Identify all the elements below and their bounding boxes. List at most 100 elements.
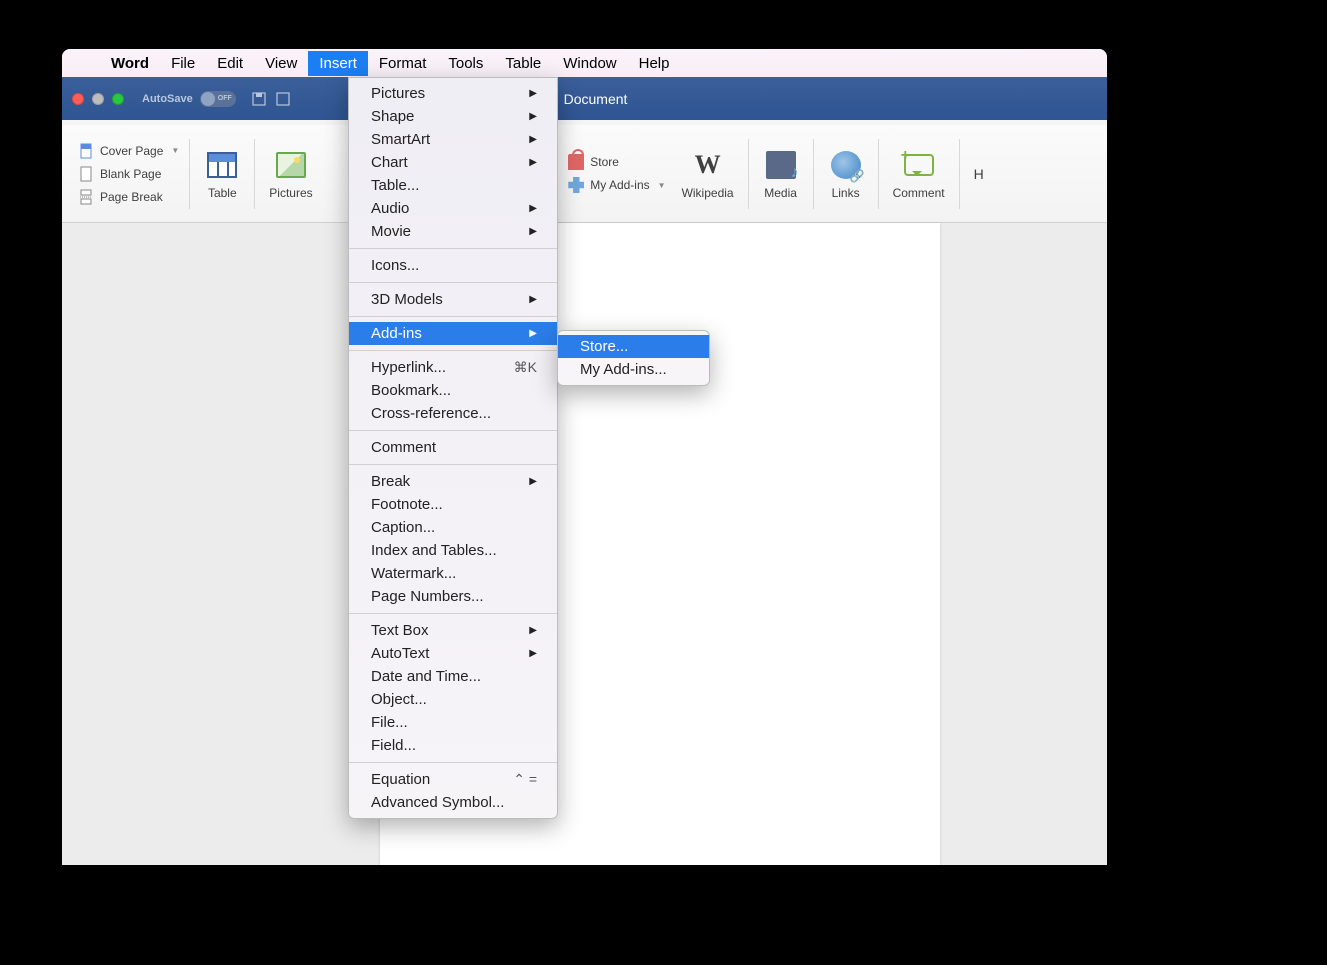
menu-item-label: SmartArt <box>371 131 430 148</box>
menu-item-icons[interactable]: Icons... <box>349 254 557 277</box>
window-maximize-button[interactable] <box>112 93 124 105</box>
menubar-window[interactable]: Window <box>552 51 627 76</box>
menu-shortcut: ⌃ = <box>513 771 537 788</box>
ribbon-group-addins: Store My Add-ins▼ <box>562 125 671 222</box>
menu-item-advanced-symbol[interactable]: Advanced Symbol... <box>349 791 557 814</box>
document-area <box>62 223 1107 865</box>
menu-item-table[interactable]: Table... <box>349 174 557 197</box>
menu-item-date-and-time[interactable]: Date and Time... <box>349 665 557 688</box>
menu-item-equation[interactable]: Equation ⌃ = <box>349 768 557 791</box>
menubar-tools[interactable]: Tools <box>437 51 494 76</box>
menu-item-label: Footnote... <box>371 496 443 513</box>
menu-item-comment[interactable]: Comment <box>349 436 557 459</box>
qa-icon[interactable] <box>274 90 292 108</box>
menu-item-field[interactable]: Field... <box>349 734 557 757</box>
menu-item-hyperlink[interactable]: Hyperlink... ⌘K <box>349 356 557 379</box>
menu-item-label: Add-ins <box>371 325 422 342</box>
menu-item-label: Date and Time... <box>371 668 481 685</box>
insert-menu-dropdown: Pictures▶Shape▶SmartArt▶Chart▶Table...Au… <box>348 77 558 819</box>
menubar-table[interactable]: Table <box>494 51 552 76</box>
menu-item-index-and-tables[interactable]: Index and Tables... <box>349 539 557 562</box>
page-break-icon <box>78 189 94 205</box>
media-button[interactable]: Media <box>753 143 809 204</box>
menubar-file[interactable]: File <box>160 51 206 76</box>
menubar-app-name[interactable]: Word <box>100 51 160 76</box>
submenu-arrow-icon: ▶ <box>529 203 537 214</box>
blank-page-icon <box>78 166 94 182</box>
menu-item-file[interactable]: File... <box>349 711 557 734</box>
menu-item-label: Caption... <box>371 519 435 536</box>
menu-item-chart[interactable]: Chart▶ <box>349 151 557 174</box>
menu-item-cross-reference[interactable]: Cross-reference... <box>349 402 557 425</box>
menu-item-shape[interactable]: Shape ▶ <box>349 105 557 128</box>
menu-item-pictures[interactable]: Pictures▶ <box>349 82 557 105</box>
table-button[interactable]: Table <box>194 143 250 204</box>
autosave-toggle[interactable]: AutoSave OFF <box>142 91 236 107</box>
links-button[interactable]: Links <box>818 143 874 204</box>
ribbon-separator <box>813 139 814 209</box>
menu-item-3d-models[interactable]: 3D Models ▶ <box>349 288 557 311</box>
menubar-format[interactable]: Format <box>368 51 438 76</box>
menu-item-label: AutoText <box>371 645 429 662</box>
menu-item-label: Hyperlink... <box>371 359 446 376</box>
menu-item-bookmark[interactable]: Bookmark... <box>349 379 557 402</box>
menubar-view[interactable]: View <box>254 51 308 76</box>
menu-item-add-ins[interactable]: Add-ins▶ <box>349 322 557 345</box>
window-minimize-button[interactable] <box>92 93 104 105</box>
menu-item-label: Page Numbers... <box>371 588 484 605</box>
pictures-button[interactable]: Pictures <box>259 143 322 204</box>
table-icon <box>207 152 237 178</box>
menu-item-text-box[interactable]: Text Box▶ <box>349 619 557 642</box>
menu-item-audio[interactable]: Audio▶ <box>349 197 557 220</box>
submenu-arrow-icon: ▶ <box>529 294 537 305</box>
menu-item-label: Break <box>371 473 410 490</box>
my-addins-button[interactable]: My Add-ins▼ <box>568 176 665 194</box>
comment-button[interactable]: Comment <box>883 143 955 204</box>
menu-item-caption[interactable]: Caption... <box>349 516 557 539</box>
traffic-lights <box>72 93 124 105</box>
menu-item-label: Shape <box>371 108 414 125</box>
menu-item-label: Icons... <box>371 257 419 274</box>
menu-separator <box>349 316 557 317</box>
qa-save-icon[interactable] <box>250 90 268 108</box>
menubar-insert[interactable]: Insert <box>308 51 368 76</box>
submenu-item-my-add-ins[interactable]: My Add-ins... <box>558 358 709 381</box>
links-icon <box>831 151 861 179</box>
store-button[interactable]: Store <box>568 153 619 171</box>
page-break-button[interactable]: Page Break <box>78 188 163 206</box>
menubar-help[interactable]: Help <box>628 51 681 76</box>
menu-item-label: Bookmark... <box>371 382 451 399</box>
ribbon-overflow[interactable]: H <box>964 162 984 186</box>
menubar-edit[interactable]: Edit <box>206 51 254 76</box>
menu-separator <box>349 430 557 431</box>
menu-item-watermark[interactable]: Watermark... <box>349 562 557 585</box>
wikipedia-button[interactable]: W Wikipedia <box>672 143 744 204</box>
menu-shortcut: ⌘K <box>514 359 537 376</box>
menu-item-label: Text Box <box>371 622 429 639</box>
submenu-item-label: My Add-ins... <box>580 361 667 378</box>
window-close-button[interactable] <box>72 93 84 105</box>
blank-page-button[interactable]: Blank Page <box>78 165 161 183</box>
menu-item-label: Equation <box>371 771 430 788</box>
menu-item-page-numbers[interactable]: Page Numbers... <box>349 585 557 608</box>
submenu-arrow-icon: ▶ <box>529 88 537 99</box>
menu-item-label: Index and Tables... <box>371 542 497 559</box>
menu-item-footnote[interactable]: Footnote... <box>349 493 557 516</box>
submenu-item-store[interactable]: Store... <box>558 335 709 358</box>
menu-item-object[interactable]: Object... <box>349 688 557 711</box>
submenu-arrow-icon: ▶ <box>529 134 537 145</box>
menu-item-autotext[interactable]: AutoText▶ <box>349 642 557 665</box>
menu-item-movie[interactable]: Movie▶ <box>349 220 557 243</box>
menu-item-label: 3D Models <box>371 291 443 308</box>
addins-icon <box>568 177 584 193</box>
ribbon-separator <box>748 139 749 209</box>
ribbon-separator <box>878 139 879 209</box>
store-icon <box>568 154 584 170</box>
cover-page-button[interactable]: Cover Page▼ <box>78 142 179 160</box>
menu-item-smartart[interactable]: SmartArt ▶ <box>349 128 557 151</box>
caret-icon: ▼ <box>171 146 179 155</box>
menu-separator <box>349 248 557 249</box>
submenu-arrow-icon: ▶ <box>529 111 537 122</box>
menu-item-label: File... <box>371 714 408 731</box>
menu-item-break[interactable]: Break▶ <box>349 470 557 493</box>
